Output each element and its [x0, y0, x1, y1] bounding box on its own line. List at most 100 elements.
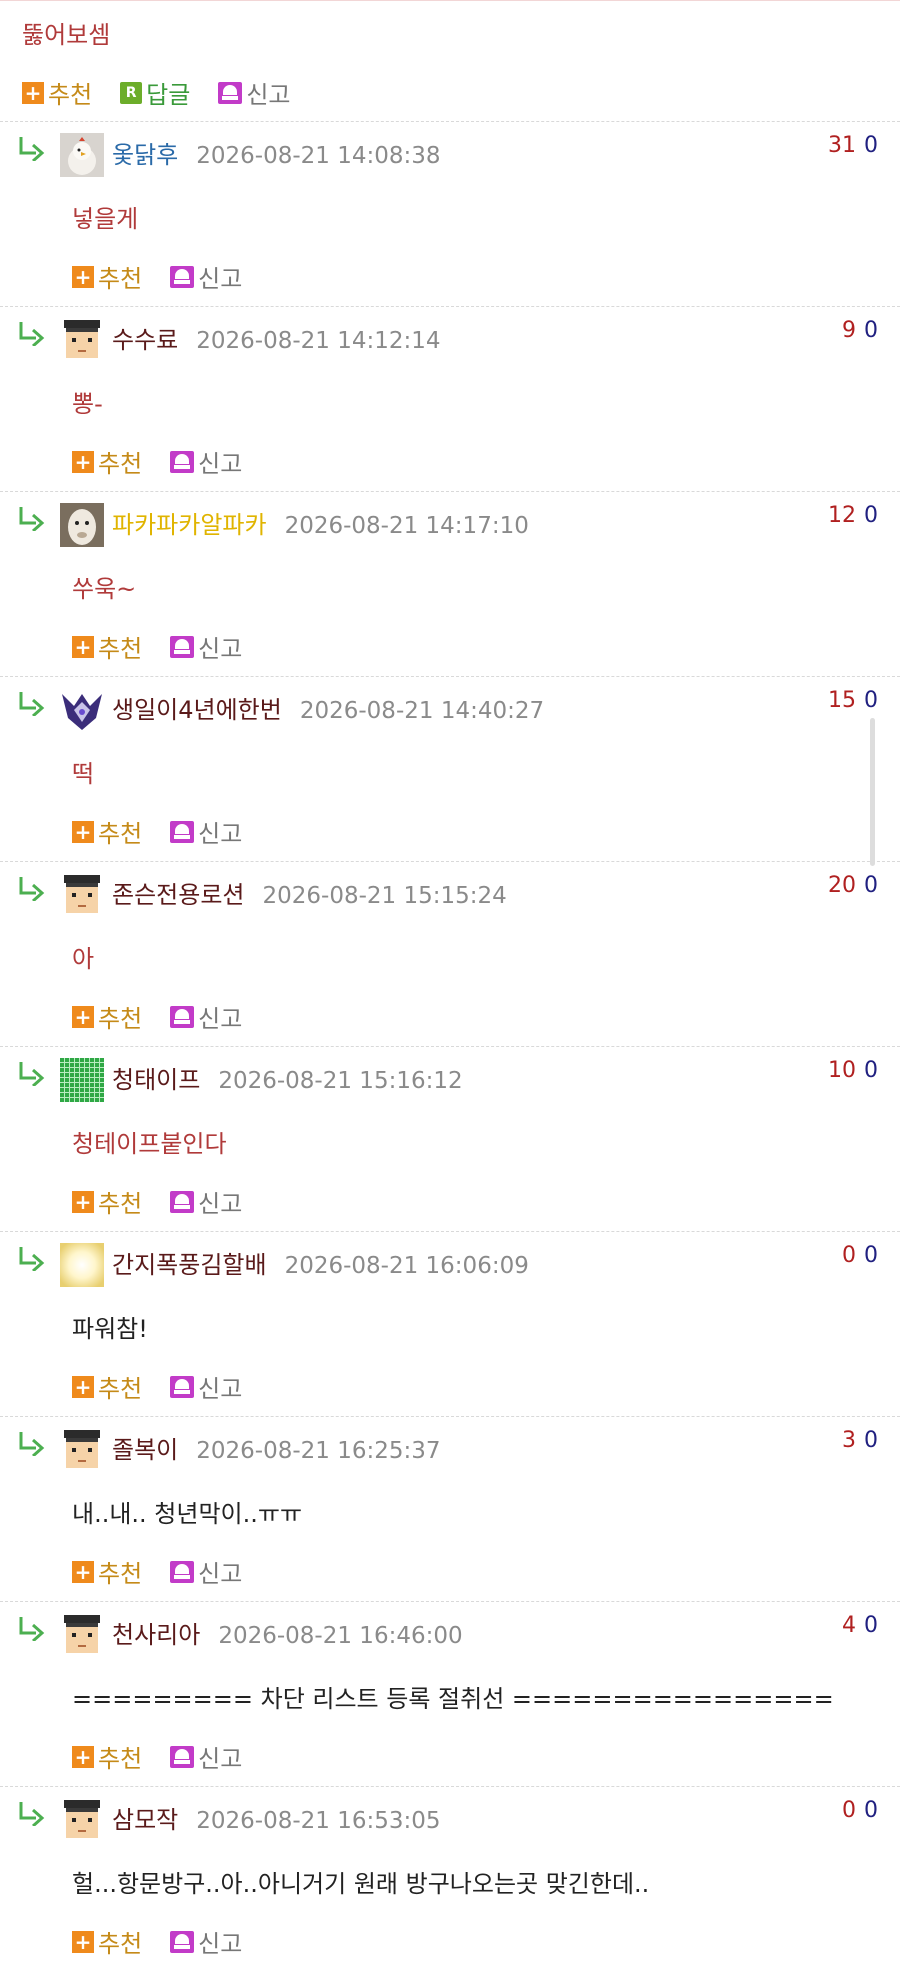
timestamp: 2026-08-21 15:15:24: [262, 883, 507, 909]
pixel-default-avatar[interactable]: [60, 318, 104, 362]
siren-icon: [170, 1375, 195, 1398]
recommend-button[interactable]: + 추천: [72, 999, 142, 1034]
comment-item: 청태이프 2026-08-21 15:16:12 10 0 청테이프붙인다 + 추…: [0, 1046, 900, 1232]
nickname[interactable]: 삼모작: [112, 1800, 178, 1835]
vote-counts: 0 0: [842, 1243, 878, 1268]
vote-counts: 0 0: [842, 1798, 878, 1823]
parent-actions: + 추천 R 답글 신고: [22, 75, 319, 110]
comment-actions: + 추천 신고: [72, 999, 270, 1034]
report-button[interactable]: 신고: [218, 75, 291, 110]
recommend-button[interactable]: + 추천: [72, 1739, 142, 1774]
comment-text: 파워참!: [72, 1315, 148, 1343]
nickname[interactable]: 수수료: [112, 320, 178, 355]
pixel-default-avatar[interactable]: [60, 1613, 104, 1657]
armor-avatar[interactable]: [60, 688, 104, 732]
comment-text: 떡: [72, 760, 95, 788]
reply-arrow-icon: [19, 1617, 45, 1641]
comment-actions: + 추천 신고: [72, 444, 270, 479]
recommend-button[interactable]: + 추천: [72, 1369, 142, 1404]
timestamp: 2026-08-21 16:06:09: [284, 1253, 529, 1279]
comment-meta: 천사리아 2026-08-21 16:46:00: [112, 1615, 463, 1650]
plus-icon: +: [22, 81, 44, 104]
reply-arrow-icon: [19, 877, 45, 901]
vote-counts: 20 0: [828, 873, 878, 898]
report-button[interactable]: 신고: [170, 444, 242, 479]
reply-r-icon: R: [120, 81, 143, 104]
comment-actions: + 추천 신고: [72, 629, 270, 664]
light-avatar[interactable]: [60, 1243, 104, 1287]
pixel-default-avatar[interactable]: [60, 873, 104, 917]
report-button[interactable]: 신고: [170, 1554, 242, 1589]
nickname[interactable]: 청태이프: [112, 1060, 200, 1095]
upvote-count: 20: [828, 873, 856, 898]
vote-counts: 4 0: [842, 1613, 878, 1638]
upvote-count: 15: [828, 688, 856, 713]
reply-button[interactable]: R 답글: [120, 75, 190, 110]
report-button[interactable]: 신고: [170, 629, 242, 664]
report-button[interactable]: 신고: [170, 259, 242, 294]
upvote-count: 31: [828, 133, 856, 158]
comment-text: 내..내.. 청년막이..ㅠㅠ: [72, 1500, 303, 1528]
vote-counts: 3 0: [842, 1428, 878, 1453]
upvote-count: 0: [842, 1798, 856, 1823]
comment-item: 파카파카알파카 2026-08-21 14:17:10 12 0 쑤욱~ + 추천…: [0, 491, 900, 677]
nickname[interactable]: 생일이4년에한번: [112, 690, 282, 725]
timestamp: 2026-08-21 16:46:00: [218, 1623, 463, 1649]
timestamp: 2026-08-21 15:16:12: [218, 1068, 463, 1094]
reply-arrow-icon: [19, 507, 45, 531]
nickname[interactable]: 졸복이: [112, 1430, 178, 1465]
downvote-count: 0: [864, 503, 878, 528]
reply-arrow-icon: [19, 1062, 45, 1086]
alpaca-avatar[interactable]: [60, 503, 104, 547]
nickname[interactable]: 존슨전용로션: [112, 875, 244, 910]
report-button[interactable]: 신고: [170, 999, 242, 1034]
vote-counts: 10 0: [828, 1058, 878, 1083]
report-button[interactable]: 신고: [170, 814, 242, 849]
comment-text: 청테이프붙인다: [72, 1130, 227, 1158]
plus-icon: +: [72, 1930, 94, 1953]
plus-icon: +: [72, 1745, 94, 1768]
siren-icon: [170, 265, 195, 288]
report-button[interactable]: 신고: [170, 1369, 242, 1404]
report-button[interactable]: 신고: [170, 1184, 242, 1219]
comment-text: ========= 차단 리스트 등록 절취선 ================: [72, 1685, 834, 1713]
siren-icon: [170, 635, 195, 658]
timestamp: 2026-08-21 16:25:37: [196, 1438, 441, 1464]
recommend-button[interactable]: + 추천: [72, 259, 142, 294]
upvote-count: 0: [842, 1243, 856, 1268]
comment-text: 뽕-: [72, 390, 103, 418]
reply-arrow-icon: [19, 322, 45, 346]
downvote-count: 0: [864, 1428, 878, 1453]
nickname[interactable]: 천사리아: [112, 1615, 200, 1650]
recommend-button[interactable]: + 추천: [72, 629, 142, 664]
comment-actions: + 추천 신고: [72, 259, 270, 294]
comment-meta: 청태이프 2026-08-21 15:16:12: [112, 1060, 463, 1095]
green-grid-avatar[interactable]: [60, 1058, 104, 1102]
reply-arrow-icon: [19, 137, 45, 161]
chicken-avatar[interactable]: [60, 133, 104, 177]
recommend-button[interactable]: + 추천: [72, 444, 142, 479]
vote-counts: 15 0: [828, 688, 878, 713]
upvote-count: 4: [842, 1613, 856, 1638]
siren-icon: [170, 1005, 195, 1028]
comment-item: 졸복이 2026-08-21 16:25:37 3 0 내..내.. 청년막이.…: [0, 1416, 900, 1602]
nickname[interactable]: 옻닭후: [112, 135, 178, 170]
comment-meta: 간지폭풍김할배 2026-08-21 16:06:09: [112, 1245, 529, 1280]
reply-arrow-icon: [19, 1802, 45, 1826]
comment-item: 간지폭풍김할배 2026-08-21 16:06:09 0 0 파워참! + 추천…: [0, 1231, 900, 1417]
nickname[interactable]: 파카파카알파카: [112, 505, 267, 540]
downvote-count: 0: [864, 1798, 878, 1823]
scrollbar-thumb[interactable]: [870, 718, 875, 866]
nickname[interactable]: 간지폭풍김할배: [112, 1245, 267, 1280]
siren-icon: [170, 1745, 195, 1768]
pixel-default-avatar[interactable]: [60, 1428, 104, 1472]
recommend-button[interactable]: + 추천: [72, 814, 142, 849]
recommend-button[interactable]: + 추천: [72, 1554, 142, 1589]
comment-item: 옻닭후 2026-08-21 14:08:38 31 0 넣을게 + 추천 신고: [0, 121, 900, 307]
report-button[interactable]: 신고: [170, 1739, 242, 1774]
recommend-button[interactable]: + 추천: [22, 75, 92, 110]
pixel-default-avatar[interactable]: [60, 1798, 104, 1842]
plus-icon: +: [72, 1375, 94, 1398]
recommend-button[interactable]: + 추천: [72, 1184, 142, 1219]
comment-item: 생일이4년에한번 2026-08-21 14:40:27 15 0 떡 + 추천 …: [0, 676, 900, 862]
